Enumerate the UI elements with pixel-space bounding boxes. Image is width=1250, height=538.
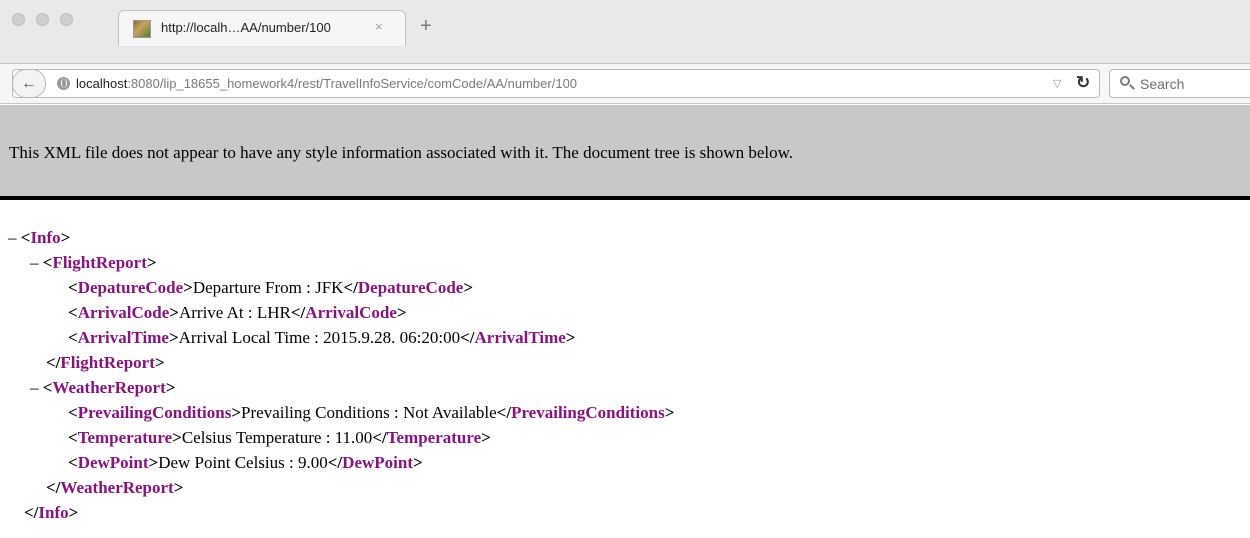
xml-tag-bracket: > — [172, 428, 182, 447]
xml-node-info-open: – <Info> — [8, 226, 70, 250]
xml-tag-bracket: > — [148, 453, 159, 472]
xml-tag-bracket: > — [169, 303, 179, 322]
search-input[interactable] — [1140, 74, 1250, 94]
xml-tag-name: FlightReport — [60, 353, 155, 372]
xml-tag-name: FlightReport — [52, 253, 147, 272]
back-arrow-icon: ← — [21, 75, 37, 92]
tab-title: http://localh…AA/number/100 — [161, 20, 331, 35]
xml-tag-bracket: </ — [327, 453, 343, 472]
xml-tag-name: ArrivalCode — [305, 303, 397, 322]
xml-element-text: Arrival Local Time : 2015.9.28. 06:20:00 — [178, 328, 461, 347]
zoom-window-icon[interactable] — [60, 13, 73, 26]
xml-tag-bracket: < — [68, 428, 78, 447]
back-button[interactable]: ← — [12, 69, 46, 98]
xml-tag-bracket: > — [463, 278, 474, 297]
xml-tag-bracket: > — [231, 403, 242, 422]
xml-tag-name: ArrivalTime — [77, 328, 169, 347]
xml-info-text: This XML file does not appear to have an… — [9, 143, 794, 162]
xml-tag-name: DepatureCode — [77, 278, 184, 297]
xml-tag-bracket: > — [173, 478, 184, 497]
xml-tag-bracket: </ — [46, 353, 61, 372]
xml-tag-bracket: > — [481, 428, 491, 447]
xml-info-banner: This XML file does not appear to have an… — [0, 105, 1250, 200]
xml-element-text: Prevailing Conditions : Not Available — [241, 403, 497, 422]
xml-tag-name: DewPoint — [77, 453, 149, 472]
xml-tag-bracket: < — [42, 253, 53, 272]
xml-element-row: <Temperature>Celsius Temperature : 11.00… — [68, 426, 491, 450]
xml-tag-bracket: </ — [24, 503, 39, 522]
xml-element-text: Dew Point Celsius : 9.00 — [158, 453, 328, 472]
xml-tag-name: PrevailingConditions — [511, 403, 665, 422]
xml-tag-bracket: </ — [46, 478, 61, 497]
navigation-bar: ← localhost:8080/lip_18655_homework4/res… — [0, 64, 1250, 104]
dropdown-triangle-icon[interactable]: ▽ — [1053, 77, 1061, 90]
xml-tag-bracket: < — [42, 378, 53, 397]
xml-node-flightreport-close: </FlightReport> — [46, 351, 165, 375]
globe-icon[interactable] — [57, 77, 70, 90]
xml-element-row: <ArrivalTime>Arrival Local Time : 2015.9… — [68, 326, 575, 350]
xml-tag-bracket: > — [664, 403, 675, 422]
close-window-icon[interactable] — [12, 13, 25, 26]
xml-tag-name: Temperature — [77, 428, 173, 447]
xml-tag-name: Info — [38, 503, 69, 522]
xml-tag-bracket: < — [20, 228, 31, 247]
xml-tag-bracket: > — [183, 278, 193, 297]
xml-tag-bracket: > — [154, 353, 165, 372]
xml-element-row: <PrevailingConditions>Prevailing Conditi… — [68, 401, 674, 425]
collapse-toggle-weatherreport[interactable]: – — [30, 378, 39, 397]
xml-node-flightreport-open: – <FlightReport> — [30, 251, 157, 275]
xml-tag-name: ArrivalTime — [474, 328, 566, 347]
collapse-toggle-info[interactable]: – — [8, 228, 17, 247]
xml-tag-bracket: < — [68, 403, 78, 422]
xml-tag-bracket: > — [565, 328, 576, 347]
xml-tag-bracket: </ — [290, 303, 306, 322]
xml-tag-bracket: </ — [460, 328, 475, 347]
tab-close-icon[interactable]: × — [375, 19, 383, 34]
minimize-window-icon[interactable] — [36, 13, 49, 26]
xml-node-info-close: </Info> — [24, 501, 78, 525]
xml-tag-bracket: < — [68, 328, 78, 347]
xml-element-text: Departure From : JFK — [192, 278, 344, 297]
url-path: :8080/lip_18655_homework4/rest/TravelInf… — [127, 76, 578, 91]
xml-tag-bracket: < — [68, 453, 78, 472]
xml-tag-bracket: </ — [496, 403, 512, 422]
xml-element-row: <ArrivalCode>Arrive At : LHR</ArrivalCod… — [68, 301, 407, 325]
xml-tag-bracket: </ — [372, 428, 387, 447]
xml-tag-name: Temperature — [386, 428, 482, 447]
xml-tag-bracket: > — [168, 328, 179, 347]
xml-tag-bracket: > — [146, 253, 157, 272]
reload-icon[interactable]: ↻ — [1076, 73, 1090, 93]
url-bar[interactable]: ← localhost:8080/lip_18655_homework4/res… — [12, 69, 1100, 98]
xml-tag-bracket: < — [68, 303, 78, 322]
xml-tag-name: ArrivalCode — [77, 303, 170, 322]
xml-tag-bracket: < — [68, 278, 78, 297]
title-bar: http://localh…AA/number/100 × + — [0, 0, 1250, 64]
xml-tag-name: Info — [30, 228, 61, 247]
xml-node-weatherreport-open: – <WeatherReport> — [30, 376, 175, 400]
xml-tag-bracket: > — [60, 228, 71, 247]
search-bar[interactable] — [1109, 69, 1250, 98]
xml-element-row: <DewPoint>Dew Point Celsius : 9.00</DewP… — [68, 451, 423, 475]
xml-tag-bracket: > — [68, 503, 79, 522]
favicon-icon — [133, 20, 151, 38]
new-tab-button[interactable]: + — [420, 16, 432, 36]
xml-tag-bracket: > — [413, 453, 423, 472]
xml-tag-bracket: > — [396, 303, 407, 322]
browser-tab[interactable]: http://localh…AA/number/100 × — [118, 10, 406, 46]
xml-tag-bracket: > — [165, 378, 176, 397]
search-icon[interactable] — [1120, 76, 1130, 86]
xml-element-text: Celsius Temperature : 11.00 — [181, 428, 373, 447]
xml-tag-name: WeatherReport — [52, 378, 166, 397]
xml-tag-name: PrevailingConditions — [77, 403, 232, 422]
xml-tag-name: WeatherReport — [60, 478, 174, 497]
xml-node-weatherreport-close: </WeatherReport> — [46, 476, 183, 500]
collapse-toggle-flightreport[interactable]: – — [30, 253, 39, 272]
url-host: localhost — [76, 76, 128, 91]
xml-tag-name: DewPoint — [342, 453, 413, 472]
xml-tag-bracket: </ — [343, 278, 358, 297]
url-text[interactable]: localhost:8080/lip_18655_homework4/rest/… — [76, 76, 577, 91]
xml-element-row: <DepatureCode>Departure From : JFK</Depa… — [68, 276, 473, 300]
xml-element-text: Arrive At : LHR — [178, 303, 291, 322]
xml-tag-name: DepatureCode — [357, 278, 464, 297]
